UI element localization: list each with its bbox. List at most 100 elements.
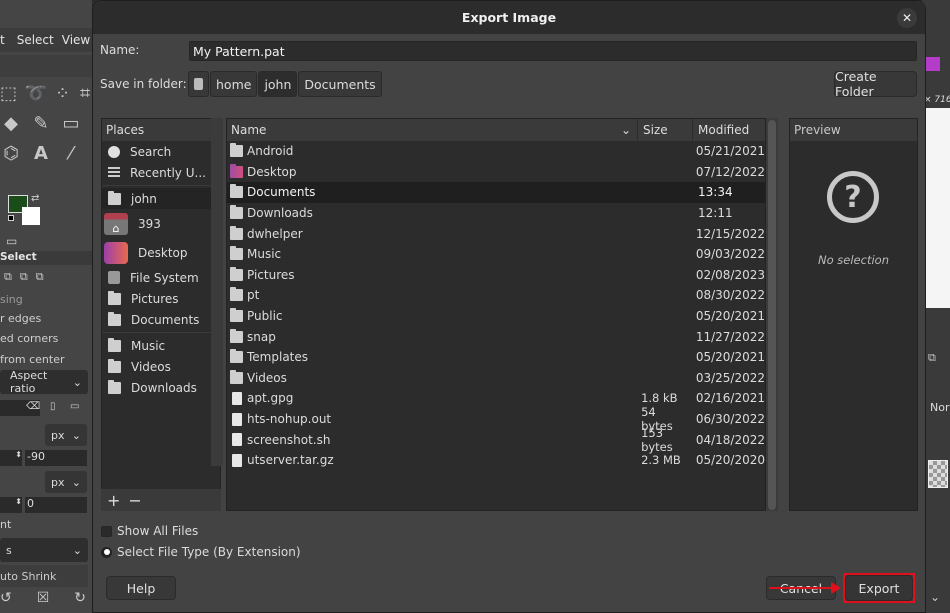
file-name-cell: Templates	[227, 349, 636, 364]
column-modified[interactable]: Modified	[693, 119, 765, 141]
aspect-ratio-combo[interactable]: Aspect ratio ⌄	[0, 369, 88, 395]
feather-edges-option[interactable]: r edges	[0, 312, 41, 325]
column-size[interactable]: Size	[638, 119, 693, 141]
file-icon	[232, 453, 242, 467]
place-393[interactable]: ⌂ 393	[102, 209, 220, 238]
landscape-icon[interactable]: ▭	[70, 401, 79, 412]
unit-label: px	[51, 475, 65, 489]
file-row[interactable]: Documents 13:34	[227, 182, 765, 203]
place-videos[interactable]: Videos	[102, 356, 220, 377]
scrollbar-thumb[interactable]	[768, 120, 776, 510]
tool-options-footer: ↺ ☒ ↻	[0, 590, 92, 606]
menu-view[interactable]: View	[62, 33, 90, 47]
expand-from-center-option[interactable]: from center	[0, 353, 65, 366]
file-row[interactable]: screenshot.sh 153 bytes 04/18/2022	[227, 426, 765, 454]
file-row[interactable]: Downloads 12:11	[227, 203, 765, 224]
reset-icon[interactable]: ↻	[74, 590, 86, 606]
file-row[interactable]: Pictures 02/08/2023	[227, 265, 765, 286]
default-colors-icon[interactable]	[8, 215, 14, 221]
color-picker-tool-icon[interactable]: ⁄	[60, 142, 82, 164]
swap-colors-icon[interactable]: ⇄	[31, 193, 39, 204]
place-john[interactable]: john	[102, 188, 220, 209]
mode-replace-icon[interactable]: ⧉	[4, 270, 12, 284]
remove-bookmark-button[interactable]: −	[128, 491, 141, 510]
eraser-tool-icon[interactable]: ▭	[60, 112, 82, 134]
image-tab-icon[interactable]	[926, 57, 940, 71]
layer-mode-icon[interactable]: ⧉	[928, 351, 936, 365]
text-tool-icon[interactable]: A	[30, 142, 52, 164]
file-row[interactable]: Desktop 07/12/2022	[227, 162, 765, 183]
rect-select-tool-icon[interactable]: ⬚	[0, 82, 17, 104]
place-search[interactable]: Search	[102, 141, 220, 162]
auto-shrink-button[interactable]: uto Shrink	[0, 565, 88, 587]
place-documents[interactable]: Documents	[102, 309, 220, 330]
restore-icon[interactable]: ↺	[0, 590, 12, 606]
layer-mode-combo[interactable]: Nor	[930, 401, 949, 414]
clear-icon[interactable]: ⌫	[26, 401, 40, 412]
file-row[interactable]: dwhelper 12/15/2022	[227, 223, 765, 244]
create-folder-button[interactable]: Create Folder	[834, 69, 917, 99]
guides-combo[interactable]: s ⌄	[0, 538, 88, 562]
add-bookmark-button[interactable]: +	[107, 491, 120, 510]
file-modified: 09/03/2022	[695, 247, 765, 262]
file-name: hts-nohup.out	[247, 412, 332, 427]
size-h-spinner[interactable]: 0	[25, 497, 87, 513]
place-file-system[interactable]: File System	[102, 267, 220, 288]
file-row[interactable]: Videos 03/25/2022	[227, 368, 765, 389]
show-all-files-checkbox[interactable]: Show All Files	[101, 524, 198, 538]
position-x-spinner[interactable]: ⬍	[0, 450, 22, 466]
place-downloads[interactable]: Downloads	[102, 377, 220, 398]
crop-tool-icon[interactable]: ⌗	[78, 82, 92, 104]
unit-combo-2[interactable]: px ⌄	[45, 471, 87, 493]
close-button[interactable]: ✕	[897, 8, 917, 28]
file-row[interactable]: Public 05/20/2021	[227, 306, 765, 327]
mode-add-icon[interactable]: ⧉	[20, 270, 28, 284]
mode-subtract-icon[interactable]: ⧉	[36, 270, 44, 284]
file-row[interactable]: pt 08/30/2022	[227, 285, 765, 306]
places-scrollbar[interactable]	[211, 118, 223, 466]
path-tool-icon[interactable]: ⌬	[0, 142, 22, 164]
background-color-swatch[interactable]	[22, 207, 40, 225]
antialiasing-option[interactable]: sing	[0, 293, 23, 306]
file-row[interactable]: Music 09/03/2022	[227, 244, 765, 265]
lasso-tool-icon[interactable]: ➰	[25, 82, 47, 104]
fuzzy-select-tool-icon[interactable]: ⁘	[55, 82, 70, 104]
paintbrush-tool-icon[interactable]: ✎	[30, 112, 52, 134]
file-row[interactable]: snap 11/27/2022	[227, 326, 765, 347]
file-row[interactable]: utserver.tar.gz 2.3 MB 05/20/2020	[227, 450, 765, 471]
breadcrumb-root[interactable]	[188, 71, 209, 97]
brush-list[interactable]	[924, 108, 950, 308]
question-mark-icon: ?	[827, 171, 879, 223]
filename-input[interactable]	[189, 41, 917, 61]
help-button[interactable]: Help	[106, 576, 176, 600]
size-w-spinner[interactable]: ⬍	[0, 497, 22, 513]
portrait-icon[interactable]: ▯	[50, 401, 56, 412]
place-recent[interactable]: Recently U...	[102, 162, 220, 183]
file-row[interactable]: Templates 05/20/2021	[227, 347, 765, 368]
place-music[interactable]: Music	[102, 335, 220, 356]
column-name[interactable]: Name ⌄	[227, 119, 638, 141]
select-file-type-expander[interactable]: Select File Type (By Extension)	[101, 545, 301, 559]
file-name-cell: Public	[227, 308, 636, 323]
delete-icon[interactable]: ☒	[37, 590, 50, 606]
file-name: Videos	[247, 370, 287, 385]
position-y-spinner[interactable]: -90	[25, 450, 87, 466]
bucket-fill-tool-icon[interactable]: ◆	[0, 112, 22, 134]
file-list-scrollbar[interactable]	[766, 118, 778, 511]
unit-combo-1[interactable]: px ⌄	[45, 424, 87, 446]
file-name: Desktop	[247, 164, 297, 179]
menu-edit-partial[interactable]: t	[0, 33, 5, 47]
recent-icon	[108, 166, 120, 179]
layer-thumbnail[interactable]	[928, 460, 948, 488]
breadcrumb-home[interactable]: home	[210, 71, 258, 97]
breadcrumb-john[interactable]: john	[258, 71, 298, 97]
aspect-ratio-label: Aspect ratio	[10, 369, 48, 395]
place-pictures[interactable]: Pictures	[102, 288, 220, 309]
chevron-down-icon[interactable]: ⌄	[930, 590, 940, 604]
menu-select[interactable]: Select	[17, 33, 54, 47]
file-row[interactable]: Android 05/21/2021	[227, 141, 765, 162]
place-desktop[interactable]: Desktop	[102, 238, 220, 267]
rounded-corners-option[interactable]: ed corners	[0, 332, 58, 345]
breadcrumb-documents[interactable]: Documents	[298, 71, 382, 97]
tool-options-tab-icon[interactable]: ▭	[6, 234, 17, 248]
